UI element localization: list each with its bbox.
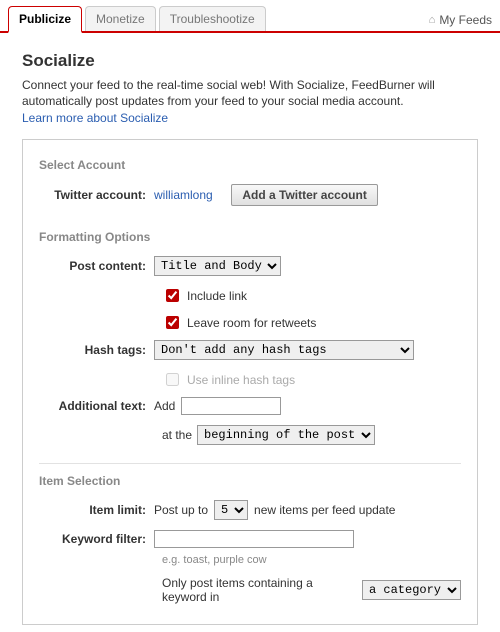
add-twitter-account-button[interactable]: Add a Twitter account bbox=[231, 184, 377, 206]
new-items-label: new items per feed update bbox=[254, 503, 395, 517]
content: Socialize Connect your feed to the real-… bbox=[0, 33, 500, 625]
section-select-account: Select Account bbox=[39, 158, 461, 172]
item-limit-row: Item limit: Post up to 5 new items per f… bbox=[39, 500, 461, 520]
twitter-username-link[interactable]: williamlong bbox=[154, 188, 213, 202]
tab-publicize[interactable]: Publicize bbox=[8, 6, 82, 33]
tabs-row: Publicize Monetize Troubleshootize ⌂ My … bbox=[0, 0, 500, 33]
page-title: Socialize bbox=[22, 51, 478, 71]
only-post-label: Only post items containing a keyword in bbox=[162, 576, 357, 604]
only-post-row: Only post items containing a keyword in … bbox=[162, 576, 461, 604]
item-limit-select[interactable]: 5 bbox=[214, 500, 248, 520]
learn-more-link[interactable]: Learn more about Socialize bbox=[22, 111, 168, 125]
keyword-filter-row: Keyword filter: bbox=[39, 530, 461, 548]
keyword-filter-label: Keyword filter: bbox=[39, 532, 154, 546]
hash-tags-label: Hash tags: bbox=[39, 343, 154, 357]
additional-text-input[interactable] bbox=[181, 397, 281, 415]
settings-panel: Select Account Twitter account: williaml… bbox=[22, 139, 478, 625]
section-formatting-options: Formatting Options bbox=[39, 230, 461, 244]
include-link-row: Include link bbox=[162, 286, 461, 305]
add-word: Add bbox=[154, 399, 175, 413]
post-content-label: Post content: bbox=[39, 259, 154, 273]
tab-monetize[interactable]: Monetize bbox=[85, 6, 156, 31]
include-link-label: Include link bbox=[187, 289, 247, 303]
hash-tags-select[interactable]: Don't add any hash tags bbox=[154, 340, 414, 360]
leave-room-checkbox[interactable] bbox=[166, 316, 179, 329]
item-limit-label: Item limit: bbox=[39, 503, 154, 517]
inline-hash-label: Use inline hash tags bbox=[187, 373, 295, 387]
additional-text-row: Additional text: Add bbox=[39, 397, 461, 415]
twitter-account-row: Twitter account: williamlong Add a Twitt… bbox=[39, 184, 461, 206]
position-row: at the beginning of the post bbox=[162, 425, 461, 445]
position-select[interactable]: beginning of the post bbox=[197, 425, 375, 445]
page-intro: Connect your feed to the real-time socia… bbox=[22, 77, 478, 109]
leave-room-row: Leave room for retweets bbox=[162, 313, 461, 332]
leave-room-label: Leave room for retweets bbox=[187, 316, 316, 330]
my-feeds-label: My Feeds bbox=[439, 13, 492, 27]
post-up-to-label: Post up to bbox=[154, 503, 208, 517]
inline-hash-checkbox bbox=[166, 373, 179, 386]
section-item-selection: Item Selection bbox=[39, 474, 461, 488]
tab-troubleshootize[interactable]: Troubleshootize bbox=[159, 6, 266, 31]
include-link-checkbox[interactable] bbox=[166, 289, 179, 302]
divider bbox=[39, 463, 461, 464]
my-feeds-link[interactable]: ⌂ My Feeds bbox=[429, 13, 492, 31]
keyword-filter-input[interactable] bbox=[154, 530, 354, 548]
additional-text-label: Additional text: bbox=[39, 399, 154, 413]
at-the-label: at the bbox=[162, 428, 192, 442]
post-content-row: Post content: Title and Body bbox=[39, 256, 461, 276]
scope-select[interactable]: a category bbox=[362, 580, 461, 600]
home-icon: ⌂ bbox=[429, 14, 436, 26]
inline-hash-row: Use inline hash tags bbox=[162, 370, 461, 389]
twitter-account-label: Twitter account: bbox=[39, 188, 154, 202]
hash-tags-row: Hash tags: Don't add any hash tags bbox=[39, 340, 461, 360]
post-content-select[interactable]: Title and Body bbox=[154, 256, 281, 276]
keyword-hint: e.g. toast, purple cow bbox=[162, 554, 461, 566]
